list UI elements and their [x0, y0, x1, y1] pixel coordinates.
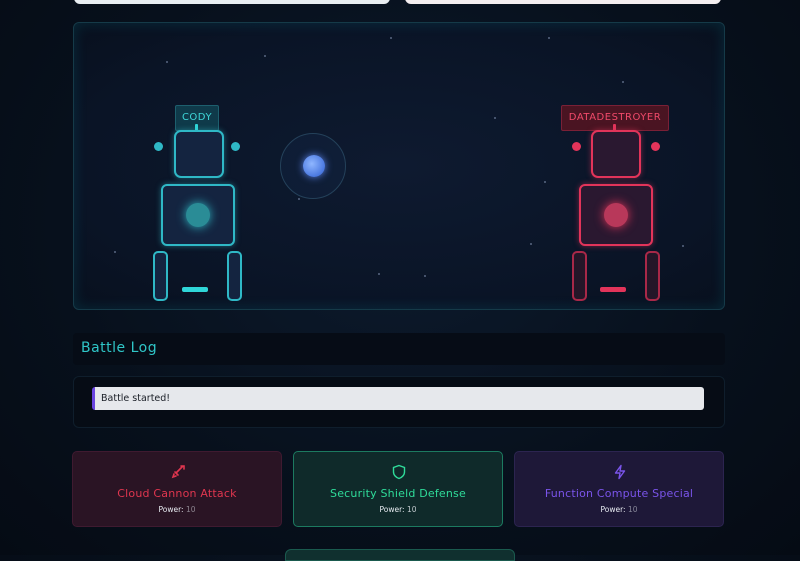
sword-icon	[171, 465, 185, 479]
ear-right	[231, 142, 240, 151]
attack-label: Cloud Cannon Attack	[117, 487, 237, 500]
robot-leg-left	[572, 251, 587, 301]
special-button[interactable]: Function Compute Special Power: 10	[514, 451, 724, 527]
star	[424, 275, 426, 277]
shield-icon	[392, 464, 406, 480]
star	[530, 243, 532, 245]
attack-power: Power: 10	[158, 505, 196, 514]
ear-right	[651, 142, 660, 151]
robot-leg-right	[645, 251, 660, 301]
attack-button[interactable]: Cloud Cannon Attack Power: 10	[72, 451, 282, 527]
star	[114, 251, 116, 253]
enemy-status-card	[405, 0, 721, 4]
defense-button[interactable]: Security Shield Defense Power: 10	[293, 451, 503, 527]
robot-core	[186, 203, 210, 227]
star	[622, 81, 624, 83]
robot-foot	[600, 287, 626, 292]
battle-arena: CODY DATADESTROYER	[73, 22, 725, 310]
robot-leg-right	[227, 251, 242, 301]
star	[494, 117, 496, 119]
ear-left	[572, 142, 581, 151]
log-entry: Battle started!	[92, 387, 704, 410]
defense-label: Security Shield Defense	[330, 487, 466, 500]
special-label: Function Compute Special	[544, 487, 694, 500]
robot-body	[579, 184, 653, 246]
ear-left	[154, 142, 163, 151]
lightning-icon	[614, 464, 626, 480]
robot-body	[161, 184, 235, 246]
robot-core	[604, 203, 628, 227]
battle-log-header: Battle Log	[73, 333, 725, 365]
star	[390, 37, 392, 39]
robot-foot	[182, 287, 208, 292]
defense-power: Power: 10	[379, 505, 417, 514]
energy-orb	[303, 155, 325, 177]
battle-log-title: Battle Log	[81, 340, 158, 356]
star	[166, 61, 168, 63]
star	[298, 198, 300, 200]
star	[548, 37, 550, 39]
robot-head	[174, 130, 224, 178]
robot-head	[591, 130, 641, 178]
player-status-card	[74, 0, 390, 4]
star	[682, 245, 684, 247]
robot-leg-left	[153, 251, 168, 301]
special-power: Power: 10	[600, 505, 638, 514]
star	[544, 181, 546, 183]
bottom-panel	[285, 549, 515, 561]
star	[264, 55, 266, 57]
star	[378, 273, 380, 275]
battle-log: Battle started!	[73, 376, 725, 428]
